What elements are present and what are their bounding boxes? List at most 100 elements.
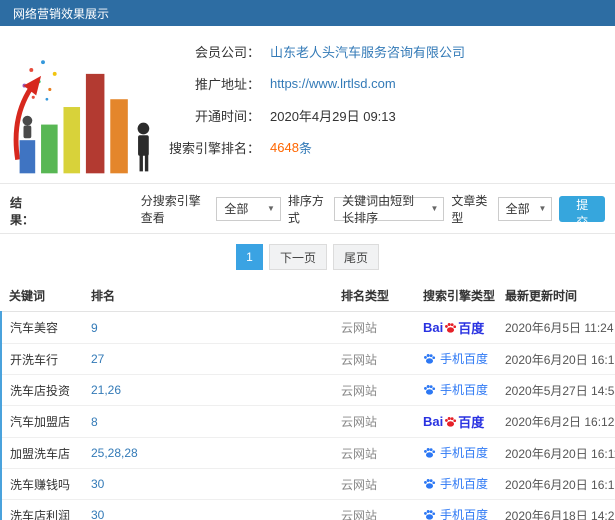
mobile-baidu-logo: 手机百度	[423, 506, 488, 520]
submit-button[interactable]: 提交	[559, 195, 606, 229]
keyword-cell: 汽车美容	[0, 311, 87, 344]
page: 网络营销效果展示 会员公司： 山东老人头汽车服务咨询有限公司 推广地址： htt…	[0, 0, 615, 520]
pagination: 1 下一页 尾页	[0, 234, 615, 280]
updated-cell: 2020年6月20日 16:11	[501, 437, 615, 469]
mobile-baidu-label: 手机百度	[440, 477, 489, 491]
sort-select-value: 关键词由短到长排序	[342, 193, 415, 225]
info-suffix: 条	[298, 141, 312, 156]
sort-filter-label: 排序方式	[287, 193, 324, 225]
rank-link[interactable]: 8	[91, 415, 98, 429]
updated-cell: 2020年6月5日 11:24	[501, 311, 615, 344]
paw-icon	[424, 448, 436, 458]
engine-cell: 手机百度	[419, 437, 501, 469]
bar-chart-image	[13, 60, 150, 174]
mobile-baidu-logo: 手机百度	[423, 475, 488, 492]
table-row: 开洗车行 27 云网站 手机百度 2020年6月20日 16:16	[0, 343, 615, 375]
bar-chart-illustration	[0, 34, 160, 183]
last-page-button[interactable]: 尾页	[333, 244, 380, 270]
table-row: 加盟洗车店 25,28,28 云网站 手机百度 2020年6月20日 16:11	[0, 437, 615, 469]
chevron-down-icon: ▼	[430, 204, 439, 213]
baidu-logo-text: Bai	[423, 320, 444, 335]
article-type-select[interactable]: 全部 ▼	[497, 196, 553, 221]
info-label: 搜索引擎排名：	[168, 141, 260, 156]
figure-left	[22, 115, 33, 139]
rank-type-cell: 云网站	[337, 499, 419, 520]
info-value-engine-rank-count: 4648	[270, 140, 299, 155]
engine-cell: Bai 百度	[419, 405, 501, 438]
updated-cell: 2020年6月2日 16:12	[501, 405, 615, 438]
rank-type-cell: 云网站	[337, 343, 419, 375]
rank-link[interactable]: 30	[91, 477, 104, 491]
table-row: 洗车店投资 21,26 云网站 手机百度 2020年5月27日 14:58	[0, 374, 615, 406]
paw-icon	[424, 510, 436, 520]
paw-icon	[445, 323, 457, 333]
mobile-baidu-label: 手机百度	[440, 508, 489, 520]
paw-icon	[424, 385, 436, 395]
engine-cell: 手机百度	[419, 374, 501, 406]
table-row: 洗车赚钱吗 30 云网站 手机百度 2020年6月20日 16:12	[0, 468, 615, 500]
rank-link[interactable]: 21,26	[91, 383, 121, 397]
keyword-cell: 汽车加盟店	[0, 405, 87, 438]
figure-right	[137, 122, 150, 172]
mobile-baidu-logo: 手机百度	[423, 350, 488, 367]
updated-cell: 2020年6月20日 16:12	[501, 468, 615, 500]
info-value-open-time: 2020年4月29日 09:13	[270, 109, 396, 124]
info-label: 会员公司：	[194, 45, 260, 60]
rank-type-cell: 云网站	[337, 374, 419, 406]
rank-link[interactable]: 30	[91, 508, 104, 520]
mobile-baidu-label: 手机百度	[440, 383, 489, 397]
rank-type-cell: 云网站	[337, 311, 419, 344]
engine-cell: 手机百度	[419, 468, 501, 500]
keyword-cell: 洗车赚钱吗	[0, 468, 87, 500]
info-value-member-company[interactable]: 山东老人头汽车服务咨询有限公司	[270, 42, 465, 61]
column-header: 排名类型	[337, 280, 419, 312]
rank-cell: 30	[87, 499, 337, 520]
chevron-down-icon: ▼	[267, 204, 275, 213]
mobile-baidu-logo: 手机百度	[423, 444, 488, 461]
column-header: 关键词	[1, 280, 87, 312]
mobile-baidu-label: 手机百度	[440, 446, 489, 460]
info-row-engine-rank-count: 搜索引擎排名： 4648 条	[160, 138, 615, 157]
result-label: 结果：	[10, 196, 35, 227]
engine-select-value: 全部	[224, 202, 249, 216]
rank-cell: 21,26	[87, 374, 337, 406]
rank-cell: 25,28,28	[87, 437, 337, 469]
engine-filter-label: 分搜索引擎查看	[140, 193, 201, 225]
info-value-promo-url[interactable]: https://www.lrtlsd.com	[270, 76, 396, 91]
app-header: 网络营销效果展示	[0, 0, 615, 26]
engine-cell: 手机百度	[419, 499, 501, 520]
page-title: 网络营销效果展示	[13, 6, 110, 21]
filter-bar: 结果： 分搜索引擎查看 全部 ▼ 排序方式 关键词由短到长排序 ▼ 文章类型 全…	[0, 184, 615, 234]
table-row: 汽车美容 9 云网站 Bai 百度 2020年6月5日 11:24	[0, 311, 615, 344]
baidu-logo-text-cn: 百度	[458, 415, 485, 430]
engine-select[interactable]: 全部 ▼	[216, 196, 281, 221]
rank-cell: 8	[87, 405, 337, 438]
table-header-row: 关键词 排名 排名类型 搜索引擎类型 最新更新时间	[1, 280, 615, 312]
paw-icon	[445, 417, 457, 427]
engine-cell: Bai 百度	[419, 311, 501, 344]
keyword-cell: 加盟洗车店	[0, 437, 87, 469]
rank-type-cell: 云网站	[337, 437, 419, 469]
baidu-logo-text: Bai	[423, 414, 444, 429]
paw-icon	[424, 479, 436, 489]
rank-link[interactable]: 9	[91, 321, 98, 335]
mobile-baidu-logo: 手机百度	[423, 381, 488, 398]
column-header: 搜索引擎类型	[419, 280, 501, 312]
results-table: 关键词 排名 排名类型 搜索引擎类型 最新更新时间 汽车美容 9 云网站 Bai 百度 2020年…	[0, 280, 615, 520]
rank-cell: 9	[87, 311, 337, 344]
info-fields: 会员公司： 山东老人头汽车服务咨询有限公司推广地址： https://www.lrt…	[160, 34, 615, 183]
baidu-logo: Bai 百度	[423, 318, 484, 337]
rank-link[interactable]: 25,28,28	[91, 446, 138, 460]
info-section: 会员公司： 山东老人头汽车服务咨询有限公司推广地址： https://www.lrt…	[0, 26, 615, 184]
rank-type-cell: 云网站	[337, 468, 419, 500]
info-row-open-time: 开通时间： 2020年4月29日 09:13	[160, 106, 615, 125]
mobile-baidu-label: 手机百度	[440, 352, 489, 366]
info-row-promo-url: 推广地址： https://www.lrtlsd.com	[160, 74, 615, 93]
next-page-button[interactable]: 下一页	[268, 244, 327, 270]
sort-select[interactable]: 关键词由短到长排序 ▼	[334, 194, 445, 225]
rank-cell: 27	[87, 343, 337, 375]
keyword-cell: 洗车店投资	[0, 374, 87, 406]
rank-link[interactable]: 27	[91, 352, 104, 366]
page-1-button[interactable]: 1	[235, 244, 263, 270]
updated-cell: 2020年5月27日 14:58	[501, 374, 615, 406]
